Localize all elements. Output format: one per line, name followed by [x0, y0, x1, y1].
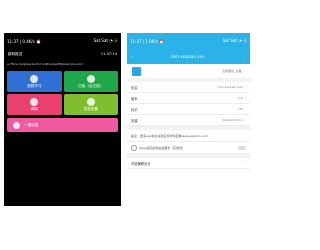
left-phone-screen: 11:37 | 0.4K/s ⏰ Sat Sat ◔ ⓔ 跳转推送 11:37:… [4, 33, 121, 206]
app-icon [132, 66, 141, 76]
modulate-icon [30, 97, 39, 106]
right-status-bar: 11:37 | 1.0K/s ⏰ Sat Sat ◔ ⓔ [127, 33, 250, 49]
right-status-time: 11:37 | 1.0K/s ⏰ [130, 38, 165, 44]
left-title: 跳转推送 [8, 51, 23, 56]
gear-icon [86, 97, 95, 106]
row-install[interactable]: 安装 Android 9.0.1 › [127, 115, 250, 126]
feature-grid: 视频学习 白板（全文档） 调制 变更设置 [4, 71, 121, 115]
app-icon-row[interactable]: 应用图标_白板 › [127, 64, 250, 78]
right-phone-screen: 11:37 | 1.0K/s ⏰ Sat Sat ◔ ⓔ ‹ com.xxxpl… [127, 33, 250, 206]
wide-label: 一键设置 [24, 122, 39, 127]
tile-label: 白板（全文档） [78, 83, 104, 88]
app-icon-value: 应用图标_白板 [222, 69, 242, 73]
video-icon [30, 74, 39, 83]
footer-text: 可能偏移设计 [131, 161, 151, 166]
row-label: 包名 [131, 85, 138, 90]
tile-settings[interactable]: 变更设置 [63, 94, 118, 115]
tile-modulate[interactable]: 调制 [7, 94, 62, 115]
row-value: com.xxxplan.xxx [217, 85, 243, 89]
row-version[interactable]: 版本 1.0 › [127, 93, 250, 104]
tile-video-learning[interactable]: 视频学习 [7, 71, 62, 92]
app-header: ‹ com.xxxplan.xxx ⋮ [127, 49, 250, 64]
chevron-right-icon: › [244, 161, 246, 165]
url-text: ar ffme.hpq/alaylecd/cm/dlhwi/se/fi@exam… [7, 62, 84, 66]
row-value: Android 9.0.1 [222, 118, 243, 122]
chevron-right-icon: › [243, 69, 245, 73]
acceleration-toggle[interactable] [238, 145, 246, 150]
row-value: 35 [238, 107, 243, 111]
chevron-right-icon: › [244, 85, 246, 89]
left-status-time: 11:37 | 0.4K/s ⏰ [7, 38, 42, 44]
note-info: 备注：更多app信息请到应用详情查看www.appinfo.com [127, 130, 250, 142]
note-text: Yapp是否启用加速服务（实验性） [139, 145, 186, 150]
row-label: 标识 [131, 107, 138, 112]
footer-row[interactable]: 可能偏移设计 › [127, 158, 250, 169]
row-value: 1.0 [237, 96, 243, 100]
url-field[interactable]: ar ffme.hpq/alaylecd/cm/dlhwi/se/fi@exam… [7, 60, 118, 68]
chevron-right-icon: › [244, 118, 246, 122]
row-id[interactable]: 标识 35 › [127, 104, 250, 115]
whiteboard-icon [86, 74, 95, 83]
one-click-setting-button[interactable]: 一键设置 [7, 118, 118, 132]
left-title-bar: 跳转推送 11:37:14 [4, 49, 121, 59]
header-title: com.xxxplan.xxx [170, 54, 205, 59]
row-label: 安装 [131, 118, 138, 123]
tile-label: 变更设置 [83, 106, 98, 111]
left-title-time: 11:37:14 [100, 52, 117, 56]
info-icon [131, 144, 137, 151]
right-status-signal: Sat Sat ◔ ⓔ [222, 38, 247, 43]
left-status-bar: 11:37 | 0.4K/s ⏰ Sat Sat ◔ ⓔ [4, 33, 121, 49]
row-label: 版本 [131, 96, 138, 101]
note-text: 备注：更多app信息请到应用详情查看www.appinfo.com [131, 133, 209, 138]
note-acceleration[interactable]: Yapp是否启用加速服务（实验性） [127, 142, 250, 154]
tile-whiteboard[interactable]: 白板（全文档） [63, 71, 118, 92]
screenshot-stage: 11:37 | 0.4K/s ⏰ Sat Sat ◔ ⓔ 跳转推送 11:37:… [0, 0, 250, 250]
chevron-right-icon: › [244, 96, 246, 100]
row-package[interactable]: 包名 com.xxxplan.xxx › [127, 82, 250, 93]
more-icon[interactable]: ⋮ [242, 54, 246, 59]
back-arrow-icon[interactable]: ‹ [131, 54, 133, 59]
setting-icon [13, 121, 20, 129]
chevron-right-icon: › [244, 107, 246, 111]
tile-label: 视频学习 [27, 83, 42, 88]
left-status-signal: Sat Sat ◔ ⓔ [93, 38, 118, 43]
tile-label: 调制 [30, 106, 38, 111]
